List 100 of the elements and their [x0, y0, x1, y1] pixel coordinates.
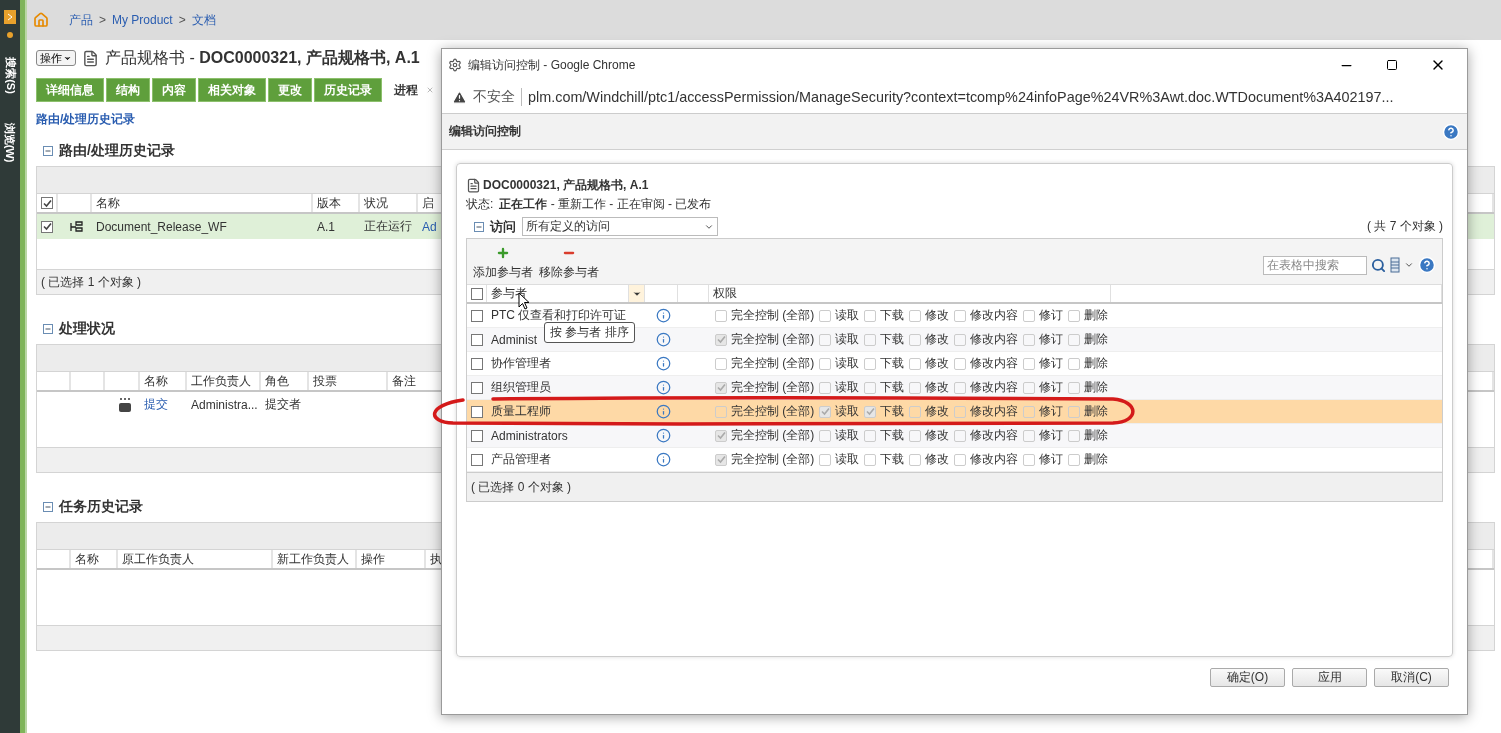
row-checkbox[interactable] — [41, 220, 53, 233]
home-icon[interactable] — [33, 12, 49, 28]
permission-checkbox[interactable] — [1068, 381, 1081, 394]
permission-checkbox[interactable] — [864, 309, 877, 322]
permission-checkbox[interactable] — [819, 309, 832, 322]
permission-checkbox[interactable] — [1068, 357, 1081, 370]
column-header[interactable]: 投票 — [309, 372, 388, 390]
dialog-button[interactable]: 确定(O) — [1210, 668, 1285, 687]
column-header[interactable]: 操作 — [357, 550, 426, 568]
access-dropdown[interactable]: 所有定义的访问 — [522, 217, 718, 236]
row-checkbox[interactable] — [471, 357, 483, 370]
side-tab[interactable]: 搜索(S) — [2, 57, 18, 94]
column-header[interactable]: 状况 — [360, 194, 418, 212]
permission-checkbox[interactable] — [1023, 453, 1036, 466]
breadcrumb-link[interactable]: 文档 — [191, 11, 216, 29]
permission-checkbox[interactable] — [864, 333, 877, 346]
permission-checkbox[interactable] — [864, 429, 877, 442]
info-icon[interactable] — [656, 404, 671, 419]
select-all-checkbox[interactable] — [471, 287, 483, 300]
permission-checkbox[interactable] — [1023, 309, 1036, 322]
breadcrumb-link[interactable]: My Product — [112, 13, 173, 27]
permission-checkbox[interactable] — [1068, 333, 1081, 346]
side-tab[interactable]: 浏览(W) — [2, 122, 18, 163]
permission-checkbox[interactable] — [954, 429, 967, 442]
row-checkbox[interactable] — [471, 453, 483, 466]
permission-checkbox[interactable] — [819, 453, 832, 466]
participant-row[interactable]: Administrators 完全控制 (全部) 读取 下载 修改 修改内容 修订 删除 — [467, 424, 1442, 448]
permission-checkbox[interactable] — [864, 453, 877, 466]
actions-button[interactable]: 操作 — [36, 50, 76, 66]
info-icon[interactable] — [656, 380, 671, 395]
permission-checkbox[interactable] — [819, 429, 832, 442]
permission-checkbox[interactable] — [954, 405, 967, 418]
maximize-icon[interactable] — [1386, 59, 1398, 71]
permission-checkbox[interactable] — [819, 333, 832, 346]
permission-checkbox[interactable] — [954, 381, 967, 394]
search-button[interactable] — [1371, 257, 1386, 273]
permission-checkbox[interactable] — [864, 357, 877, 370]
permission-checkbox[interactable] — [1068, 309, 1081, 322]
permission-checkbox[interactable] — [715, 429, 727, 442]
permission-checkbox[interactable] — [909, 309, 922, 322]
select-all-checkbox[interactable] — [41, 197, 53, 209]
permission-checkbox[interactable] — [819, 381, 832, 394]
info-icon[interactable] — [656, 428, 671, 443]
info-icon[interactable] — [656, 308, 671, 323]
breadcrumb-link[interactable]: 产品 — [69, 11, 93, 29]
row-checkbox[interactable] — [471, 405, 483, 418]
column-header[interactable]: 名称 — [140, 372, 187, 390]
plus-icon[interactable] — [496, 246, 510, 260]
column-header[interactable]: 名称 — [92, 194, 313, 212]
permission-checkbox[interactable] — [715, 453, 727, 466]
permission-checkbox[interactable] — [715, 357, 727, 370]
permission-checkbox[interactable] — [1023, 333, 1036, 346]
permission-checkbox[interactable] — [715, 309, 727, 322]
column-header[interactable]: 版本 — [313, 194, 360, 212]
permission-checkbox[interactable] — [864, 381, 877, 394]
column-header[interactable]: 角色 — [261, 372, 309, 390]
columns-icon[interactable] — [1390, 257, 1400, 273]
info-icon[interactable] — [656, 332, 671, 347]
help-icon[interactable] — [1442, 122, 1460, 141]
permission-checkbox[interactable] — [1068, 405, 1081, 418]
row-checkbox[interactable] — [471, 309, 483, 322]
help-icon[interactable] — [1418, 256, 1436, 274]
permission-checkbox[interactable] — [1068, 453, 1081, 466]
permission-checkbox[interactable] — [909, 357, 922, 370]
collapse-toggle[interactable] — [43, 502, 53, 512]
permission-checkbox[interactable] — [819, 357, 832, 370]
permission-checkbox[interactable] — [954, 357, 967, 370]
row-checkbox[interactable] — [471, 333, 483, 346]
column-header[interactable]: 工作负责人 — [187, 372, 261, 390]
info-icon[interactable] — [656, 452, 671, 467]
permission-checkbox[interactable] — [909, 405, 922, 418]
permission-checkbox[interactable] — [715, 381, 727, 394]
address-url[interactable]: plm.com/Windchill/ptc1/accessPermission/ManageSecurity?context=tcomp%24infoPage%24VR%3Awt.doc.WTDocument%3A402197... — [528, 89, 1394, 105]
permission-checkbox[interactable] — [1068, 429, 1081, 442]
permission-checkbox[interactable] — [909, 333, 922, 346]
collapse-toggle[interactable] — [474, 221, 484, 232]
column-header[interactable]: 权限 — [709, 285, 1111, 302]
collapse-toggle[interactable] — [43, 146, 53, 156]
permission-checkbox[interactable] — [954, 453, 967, 466]
table-link[interactable]: 提交 — [140, 392, 187, 417]
column-header[interactable]: 原工作负责人 — [118, 550, 273, 568]
permission-checkbox[interactable] — [909, 453, 922, 466]
dialog-button[interactable]: 应用 — [1292, 668, 1367, 687]
column-header[interactable]: 名称 — [71, 550, 118, 568]
permission-checkbox[interactable] — [715, 405, 727, 418]
dialog-button[interactable]: 取消(C) — [1374, 668, 1449, 687]
permission-checkbox[interactable] — [909, 429, 922, 442]
permission-checkbox[interactable] — [1023, 429, 1036, 442]
info-icon[interactable] — [656, 356, 671, 371]
permission-checkbox[interactable] — [715, 333, 727, 346]
participant-row[interactable]: 组织管理员 完全控制 (全部) 读取 下载 修改 修改内容 修订 删除 — [467, 376, 1442, 400]
permission-checkbox[interactable] — [954, 309, 967, 322]
permission-checkbox[interactable] — [954, 333, 967, 346]
participant-row[interactable]: 质量工程师 完全控制 (全部) 读取 下载 修改 修改内容 修订 删除 — [467, 400, 1442, 424]
column-header[interactable]: 新工作负责人 — [273, 550, 357, 568]
row-checkbox[interactable] — [471, 429, 483, 442]
row-checkbox[interactable] — [471, 381, 483, 394]
collapse-toggle[interactable] — [43, 324, 53, 334]
search-field[interactable]: 在表格中搜索 — [1263, 255, 1367, 275]
permission-checkbox[interactable] — [864, 405, 877, 418]
